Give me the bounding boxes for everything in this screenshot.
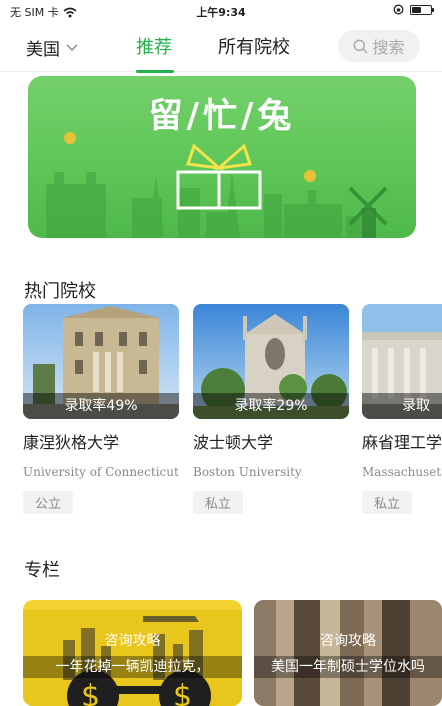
promo-banner[interactable]: 留/忙/兔 <box>28 76 416 238</box>
school-photo: 录取率29% <box>193 304 349 419</box>
top-nav: 美国 推荐 所有院校 搜索 <box>0 22 442 73</box>
school-photo: 录取 <box>362 304 442 419</box>
school-type-tag: 私立 <box>193 491 244 514</box>
article-thumbnail: $ $ <box>23 610 242 706</box>
article-title: 一年花掉一辆凯迪拉克， <box>23 656 242 678</box>
article-thumbnail <box>254 600 442 706</box>
article-card[interactable]: 咨询攻略 美国一年制硕士学位水吗 <box>254 600 442 706</box>
search-label: 搜索 <box>372 38 405 57</box>
country-label: 美国 <box>26 40 60 60</box>
school-card[interactable]: 录取 麻省理工学 Massachuset 私立 <box>362 304 442 514</box>
admission-rate: 录取率49% <box>23 393 179 419</box>
banner-illustration <box>46 132 388 238</box>
article-category: 咨询攻略 <box>104 633 161 649</box>
status-bar: 无 SIM 卡 上午9:34 <box>0 0 442 22</box>
active-tab-indicator <box>136 70 174 73</box>
school-name-en: University of Connecticut <box>23 465 179 479</box>
school-card[interactable]: 录取率29% 波士顿大学 Boston University 私立 <box>193 304 349 514</box>
school-photo: 录取率49% <box>23 304 179 419</box>
school-name-cn: 康涅狄格大学 <box>23 433 120 452</box>
svg-text:$: $ <box>173 679 192 706</box>
school-type-tag: 公立 <box>23 491 74 514</box>
admission-rate: 录取率29% <box>193 393 349 419</box>
status-time: 上午9:34 <box>196 6 246 19</box>
school-type-tag: 私立 <box>362 491 413 514</box>
school-name-en: Boston University <box>193 465 302 479</box>
article-title: 美国一年制硕士学位水吗 <box>254 656 442 678</box>
article-category: 咨询攻略 <box>320 633 376 649</box>
tab-recommended[interactable]: 推荐 <box>136 33 172 59</box>
svg-text:$: $ <box>81 679 100 706</box>
admission-rate: 录取 <box>362 393 442 419</box>
chevron-down-icon <box>66 44 78 51</box>
orientation-lock-icon <box>393 4 404 15</box>
school-name-cn: 麻省理工学 <box>362 433 442 452</box>
status-right <box>393 4 434 15</box>
tab-all-schools[interactable]: 所有院校 <box>218 33 290 59</box>
hot-schools-title: 热门院校 <box>24 281 96 302</box>
article-card[interactable]: $ $ 咨询攻略 一年花掉一辆凯迪拉克， <box>23 600 242 706</box>
school-name-cn: 波士顿大学 <box>193 433 274 452</box>
battery-icon <box>410 4 434 15</box>
country-selector[interactable]: 美国 <box>26 35 78 60</box>
school-card[interactable]: 录取率49% 康涅狄格大学 University of Connecticut … <box>23 304 179 514</box>
school-name-en: Massachuset <box>362 465 442 479</box>
search-icon <box>354 39 368 53</box>
search-button[interactable]: 搜索 <box>338 30 420 62</box>
column-title: 专栏 <box>24 560 60 581</box>
